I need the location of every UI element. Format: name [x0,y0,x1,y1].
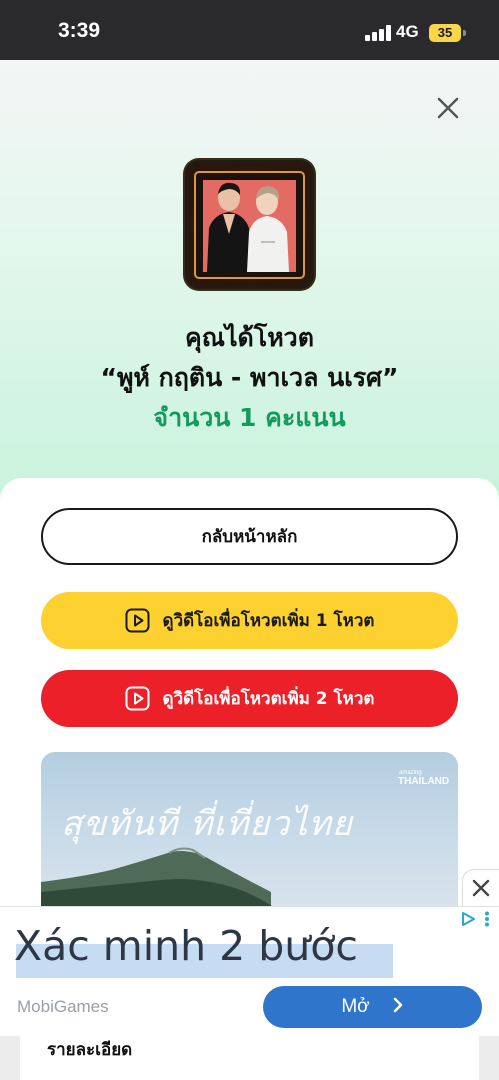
ad-open-label: Mở [341,996,370,1017]
close-icon [472,879,490,897]
network-type: 4G [396,22,419,41]
details-label: รายละเอียด [47,1040,133,1060]
promo-banner-image[interactable]: สุขทันที ที่เที่ยวไทย amazing THAILAND [41,752,458,912]
play-icon [125,608,150,633]
status-bar: 3:39 4G 35 [0,0,499,60]
signal-icon [365,25,391,41]
candidate-name: “พูห์ กฤติน - พาเวล นเรศ” [100,363,399,392]
ad-close-button[interactable] [462,869,499,906]
play-icon [125,686,150,711]
battery-icon: 35 [429,24,461,42]
more-icon[interactable] [484,911,490,927]
ad-open-button[interactable]: Mở [263,986,482,1028]
chevron-right-icon [392,997,404,1018]
watch-video-two-vote-label: ดูวิดีโอเพื่อโหวตเพิ่ม 2 โหวต [162,689,375,709]
close-icon[interactable] [434,94,462,122]
adchoices-icon[interactable] [460,911,476,931]
promo-brand: THAILAND [398,776,450,787]
promo-script-text: สุขทันที ที่เที่ยวไทย [61,804,353,844]
home-button[interactable]: กลับหน้าหลัก [41,508,458,565]
home-button-label: กลับหน้าหลัก [201,527,298,547]
status-time: 3:39 [58,19,101,42]
ad-headline[interactable]: Xác minh 2 bước [14,922,358,970]
candidate-photo [185,160,314,289]
watch-video-one-vote-button[interactable]: ดูวิดีโอเพื่อโหวตเพิ่ม 1 โหวต [41,592,458,649]
watch-video-one-vote-label: ดูวิดีโอเพื่อโหวตเพิ่ม 1 โหวต [162,611,375,631]
ad-advertiser: MobiGames [17,997,109,1016]
battery-tip [463,30,466,36]
vote-title: คุณได้โหวต [185,323,314,352]
vote-count: จำนวน 1 คะแนน [153,403,346,432]
watch-video-two-vote-button[interactable]: ดูวิดีโอเพื่อโหวตเพิ่ม 2 โหวต [41,670,458,727]
